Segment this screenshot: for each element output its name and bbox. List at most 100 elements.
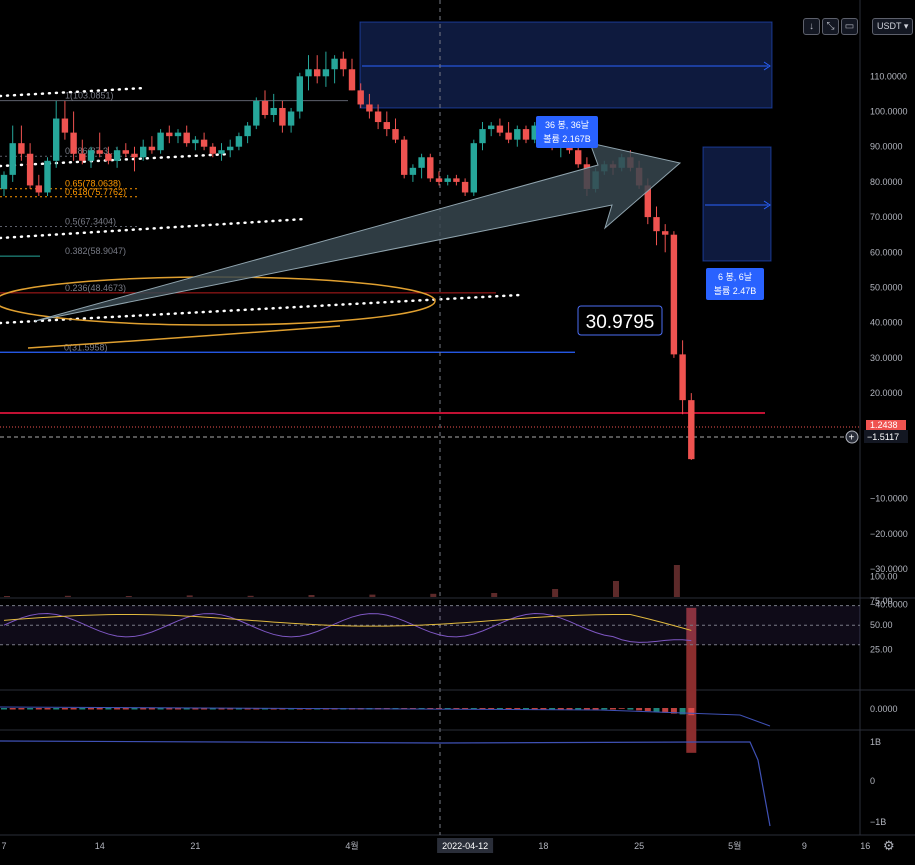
candle (427, 157, 434, 179)
candle (392, 129, 399, 140)
macd-histogram-bar (70, 708, 77, 710)
candle (253, 100, 260, 126)
obv-axis-tick: −1B (870, 817, 886, 827)
candle (218, 150, 225, 154)
currency-label: USDT (877, 21, 902, 31)
candle (453, 178, 460, 182)
candle (488, 125, 495, 130)
candle (348, 69, 356, 91)
currency-selector[interactable]: USDT ▾ (872, 18, 914, 35)
candle (409, 167, 417, 175)
price-axis-tick: 40.0000 (870, 318, 903, 328)
measure-label-bars: 36 봉, 36날 (545, 120, 589, 130)
candle (192, 139, 199, 144)
macd-histogram-bar (583, 708, 590, 710)
candle (679, 354, 686, 401)
candle (418, 157, 425, 168)
candle (522, 129, 530, 140)
dotted-trendline (0, 217, 307, 240)
volume-bar (491, 593, 498, 597)
measure-label-volume: 볼륨 2.47B (714, 286, 757, 296)
macd-histogram-bar (557, 708, 564, 710)
obv-axis-tick: 0 (870, 776, 875, 786)
candle (688, 400, 695, 460)
price-axis-tick: 60.0000 (870, 247, 903, 257)
volume-bar (673, 565, 680, 597)
time-axis-tick: 14 (95, 841, 105, 851)
macd-histogram-bar (644, 708, 651, 712)
candle (305, 69, 312, 77)
rsi-axis-tick: 100.00 (870, 571, 898, 581)
candle (287, 111, 295, 126)
time-axis-tick: 5월 (728, 840, 741, 851)
candle (53, 118, 60, 161)
macd-histogram-bar (566, 708, 573, 710)
candle (26, 153, 34, 186)
macd-histogram-bar (35, 708, 42, 710)
macd-histogram-bar (610, 708, 616, 710)
macd-histogram-bar (96, 708, 103, 710)
candle (113, 150, 121, 161)
candle (505, 132, 512, 140)
fib-level-label: 0.618(75.7762) (65, 187, 126, 197)
big-arrow (34, 142, 682, 322)
macd-histogram-bar (44, 708, 51, 710)
macd-histogram-bar (105, 708, 112, 710)
price-axis-tick: 110.0000 (870, 71, 907, 81)
time-axis-tick: 7 (1, 841, 6, 851)
candle (435, 178, 443, 182)
candle (331, 58, 338, 70)
candle (340, 58, 347, 70)
range-zone (702, 146, 772, 262)
price-axis-tick: 70.0000 (870, 212, 903, 222)
candle (261, 100, 269, 116)
download-icon[interactable]: ↓ (803, 18, 820, 35)
candle (235, 136, 243, 147)
price-axis-tick: 50.0000 (870, 283, 903, 293)
candle (357, 90, 364, 105)
candle (383, 122, 390, 130)
macd-histogram-bar (27, 708, 34, 710)
fib-level-label: 1(103.0851) (65, 91, 114, 101)
macd-histogram-bar (575, 708, 582, 710)
candle (227, 146, 234, 151)
macd-histogram-bar (627, 708, 634, 710)
price-chart[interactable]: 1(103.0851)0.786(87.3...)0.65(78.0638)0.… (0, 0, 915, 865)
gear-icon[interactable]: ⚙ (883, 838, 895, 854)
candle (105, 153, 112, 161)
candle (314, 69, 321, 77)
rsi-axis-tick: 75.00 (870, 596, 893, 606)
macd-histogram-bar (618, 708, 625, 709)
time-axis-tick: 9 (802, 841, 807, 851)
volume-bar (125, 596, 132, 597)
candle (9, 143, 16, 175)
curve-annotation (27, 325, 341, 349)
time-axis-tick: 16 (860, 841, 870, 851)
price-axis-tick: 80.0000 (870, 177, 903, 187)
candle (279, 107, 286, 126)
candle (44, 160, 51, 193)
candle (174, 132, 182, 137)
volume-bar (369, 594, 376, 597)
macd-histogram-bar (592, 708, 599, 710)
candle (244, 125, 251, 137)
candle (0, 174, 8, 189)
measure-label-volume: 볼륨 2.167B (543, 134, 591, 144)
candle (148, 146, 156, 151)
chevron-down-icon: ▾ (903, 21, 909, 31)
macd-histogram-bar (688, 708, 695, 716)
candle (322, 69, 330, 77)
maximize-icon[interactable]: ▭ (841, 18, 858, 35)
macd-axis-tick: 0.0000 (870, 704, 898, 714)
volume-bar (4, 596, 10, 597)
macd-histogram-bar (88, 708, 94, 710)
collapse-icon[interactable]: ⤡ (822, 18, 839, 35)
volume-bar (247, 595, 254, 597)
candle (479, 129, 486, 144)
price-axis-tick: −10.0000 (870, 494, 908, 504)
macd-histogram-bar (53, 708, 60, 710)
price-axis-tick: 100.0000 (870, 107, 908, 117)
cursor-price-label: −1.5117 (867, 432, 899, 442)
candle (157, 132, 164, 151)
candle (209, 146, 216, 154)
